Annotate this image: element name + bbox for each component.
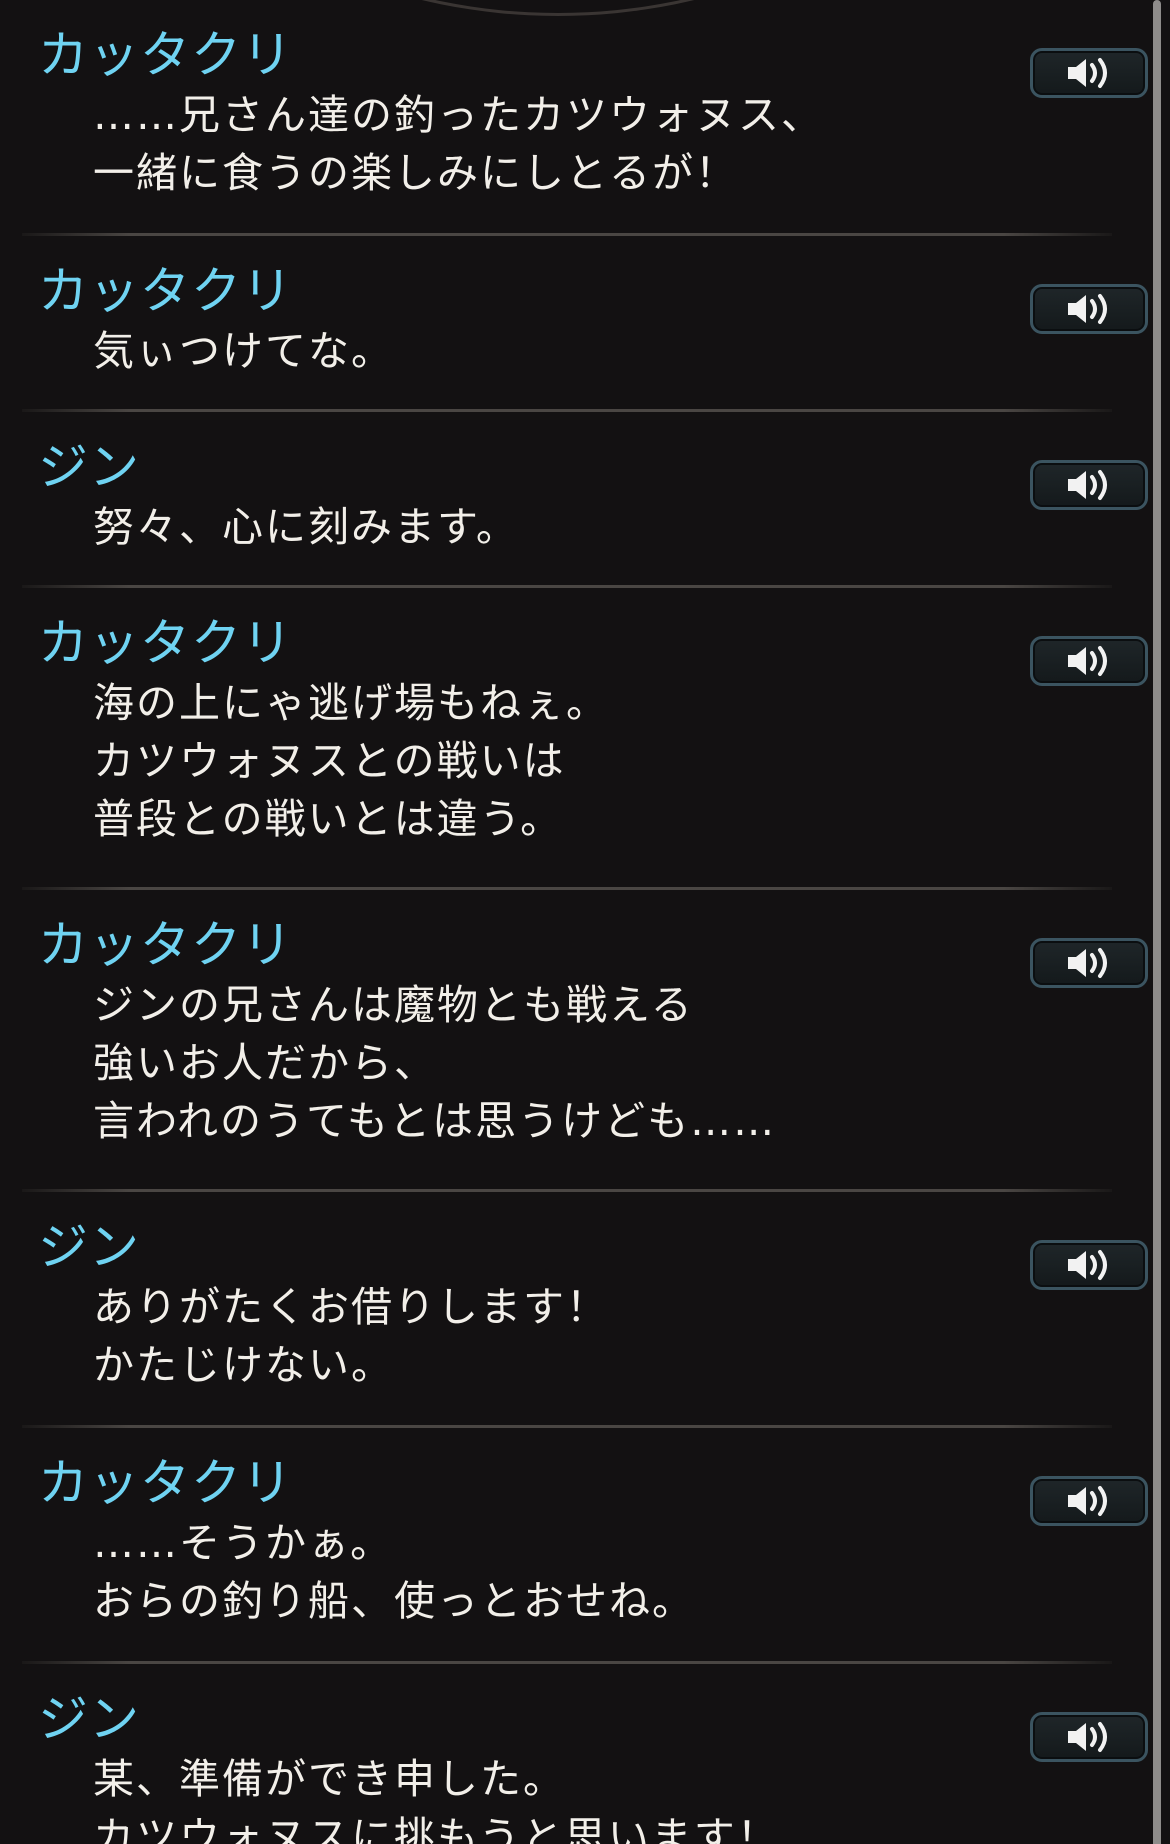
voice-replay-button[interactable] bbox=[1030, 1240, 1148, 1290]
dialogue-line: 海の上にゃ逃げ場もねぇ。 bbox=[93, 679, 609, 727]
dialogue-line: 言われのうてもとは思うけども…… bbox=[93, 1097, 777, 1145]
scrollbar[interactable] bbox=[1150, 0, 1170, 1844]
dialogue-line: ありがたくお借りします！ bbox=[93, 1283, 609, 1331]
dialogue-lines: ジンの兄さんは魔物とも戦える 強いお人だから、言われのうてもとは思うけども…… bbox=[93, 976, 776, 1150]
dialogue-log-screen: カッタクリ ……兄さん達の釣ったカツウォヌス、 一緒に食うの楽しみにしとるが！ カッタ… bbox=[0, 0, 1170, 1844]
log-entry: カッタクリ気ぃつけてな。 bbox=[0, 236, 1150, 412]
dialogue-log-list[interactable]: カッタクリ ……兄さん達の釣ったカツウォヌス、 一緒に食うの楽しみにしとるが！ カッタ… bbox=[0, 0, 1150, 1844]
dialogue-line: 某、準備ができ申した。 bbox=[93, 1755, 566, 1803]
speaker-icon bbox=[1068, 646, 1107, 676]
voice-replay-button[interactable] bbox=[1030, 636, 1148, 686]
speaker-name: カッタクリ bbox=[38, 26, 293, 84]
dialogue-lines: ありがたくお借りします！ かたじけない。 bbox=[93, 1278, 609, 1394]
speaker-name: ジン bbox=[38, 1218, 140, 1276]
speaker-icon bbox=[1068, 294, 1107, 324]
speaker-name: ジン bbox=[38, 1690, 140, 1748]
dialogue-line: ……そうかぁ。 bbox=[93, 1519, 394, 1567]
log-entry: ジンありがたくお借りします！ かたじけない。 bbox=[0, 1192, 1150, 1428]
log-entry: カッタクリ ……そうかぁ。 おらの釣り船、使っとおせね。 bbox=[0, 1428, 1150, 1664]
voice-replay-button[interactable] bbox=[1030, 1712, 1148, 1762]
dialogue-line: 気ぃつけてな。 bbox=[93, 327, 394, 375]
speaker-icon bbox=[1068, 948, 1107, 978]
dialogue-line: 努々、心に刻みます。 bbox=[93, 503, 519, 551]
speaker-name: カッタクリ bbox=[38, 1454, 293, 1512]
scrollbar-thumb[interactable] bbox=[1153, 0, 1161, 1844]
dialogue-line: カツウォヌスに挑もうと思います！ bbox=[93, 1813, 780, 1844]
dialogue-line: かたじけない。 bbox=[93, 1341, 394, 1389]
dialogue-lines: ……兄さん達の釣ったカツウォヌス、 一緒に食うの楽しみにしとるが！ bbox=[93, 86, 824, 202]
dialogue-lines: 気ぃつけてな。 bbox=[93, 322, 394, 380]
dialogue-line: カツウォヌスとの戦いは bbox=[93, 737, 566, 785]
scrollbar-track bbox=[1150, 0, 1170, 1844]
voice-replay-button[interactable] bbox=[1030, 938, 1148, 988]
voice-replay-button[interactable] bbox=[1030, 284, 1148, 334]
dialogue-lines: 某、準備ができ申した。カツウォヌスに挑もうと思います！ bbox=[93, 1750, 780, 1844]
speaker-icon bbox=[1068, 1250, 1107, 1280]
speaker-icon bbox=[1068, 1722, 1107, 1752]
dialogue-line: おらの釣り船、使っとおせね。 bbox=[93, 1577, 695, 1625]
dialogue-line: 強いお人だから、 bbox=[93, 1039, 437, 1087]
speaker-icon bbox=[1068, 58, 1107, 88]
log-entry: ジン努々、心に刻みます。 bbox=[0, 412, 1150, 588]
log-entry: ジン某、準備ができ申した。カツウォヌスに挑もうと思います！ bbox=[0, 1664, 1150, 1844]
log-entry: カッタクリジンの兄さんは魔物とも戦える 強いお人だから、言われのうてもとは思うけど… bbox=[0, 890, 1150, 1192]
voice-replay-button[interactable] bbox=[1030, 1476, 1148, 1526]
dialogue-line: ジンの兄さんは魔物とも戦える bbox=[93, 981, 694, 1029]
speaker-name: カッタクリ bbox=[38, 614, 293, 672]
speaker-icon bbox=[1068, 470, 1107, 500]
speaker-name: カッタクリ bbox=[38, 262, 293, 320]
dialogue-line: 一緒に食うの楽しみにしとるが！ bbox=[93, 149, 738, 197]
speaker-name: カッタクリ bbox=[38, 916, 293, 974]
dialogue-line: 普段との戦いとは違う。 bbox=[93, 795, 564, 843]
speaker-icon bbox=[1068, 1486, 1107, 1516]
dialogue-line: ……兄さん達の釣ったカツウォヌス、 bbox=[93, 91, 824, 139]
log-entry: カッタクリ ……兄さん達の釣ったカツウォヌス、 一緒に食うの楽しみにしとるが！ bbox=[0, 0, 1150, 236]
speaker-name: ジン bbox=[38, 438, 140, 496]
dialogue-lines: ……そうかぁ。おらの釣り船、使っとおせね。 bbox=[93, 1514, 695, 1630]
dialogue-lines: 海の上にゃ逃げ場もねぇ。 カツウォヌスとの戦いは 普段との戦いとは違う。 bbox=[93, 674, 609, 848]
dialogue-lines: 努々、心に刻みます。 bbox=[93, 498, 519, 556]
voice-replay-button[interactable] bbox=[1030, 460, 1148, 510]
voice-replay-button[interactable] bbox=[1030, 48, 1148, 98]
log-entry: カッタクリ 海の上にゃ逃げ場もねぇ。 カツウォヌスとの戦いは 普段との戦いとは違う。 bbox=[0, 588, 1150, 890]
